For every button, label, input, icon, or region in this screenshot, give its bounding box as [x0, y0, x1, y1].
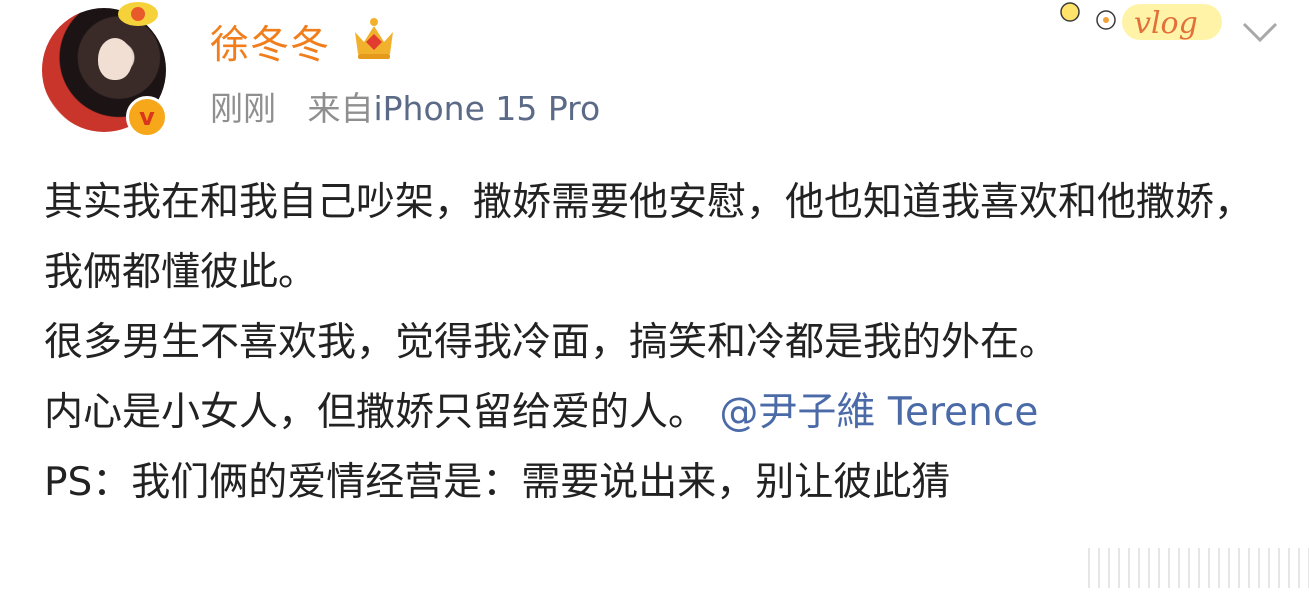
post-paragraph-2: 很多男生不喜欢我，觉得我冷面，搞笑和冷都是我的外在。: [44, 320, 1059, 365]
content-fade-overlay: [1080, 548, 1309, 588]
avatar-face: [98, 38, 132, 80]
verified-icon: v: [126, 96, 168, 138]
post-paragraph-1: 其实我在和我自己吵架，撒娇需要他安慰，他也知道我喜欢和他撒娇，我俩都懂彼此。: [44, 180, 1254, 295]
post-time: 刚刚: [210, 89, 276, 128]
avatar-badge-icon: [118, 2, 158, 26]
mention-link[interactable]: @尹子維 Terence: [719, 390, 1038, 435]
crown-icon: [355, 18, 393, 59]
post-meta: 刚刚 来自iPhone 15 Pro: [210, 82, 600, 130]
post-paragraph-3: 内心是小女人，但撒娇只留给爱的人。 @尹子維 Terence: [44, 378, 1274, 448]
post-paragraph-4: PS：我们俩的爱情经营是：需要说出来，别让彼此猜: [44, 460, 951, 505]
username[interactable]: 徐冬冬: [210, 14, 330, 70]
post-paragraph-3-text: 内心是小女人，但撒娇只留给爱的人。: [44, 390, 708, 435]
chevron-down-icon[interactable]: [1240, 18, 1280, 46]
post-source[interactable]: iPhone 15 Pro: [373, 89, 600, 128]
vlog-sticker-text: vlog: [1134, 6, 1198, 41]
vlog-sticker-icon: vlog: [1060, 2, 1222, 41]
source-prefix: 来自: [307, 89, 374, 128]
post-body: 其实我在和我自己吵架，撒娇需要他安慰，他也知道我喜欢和他撒娇，我俩都懂彼此。 很…: [44, 168, 1274, 518]
